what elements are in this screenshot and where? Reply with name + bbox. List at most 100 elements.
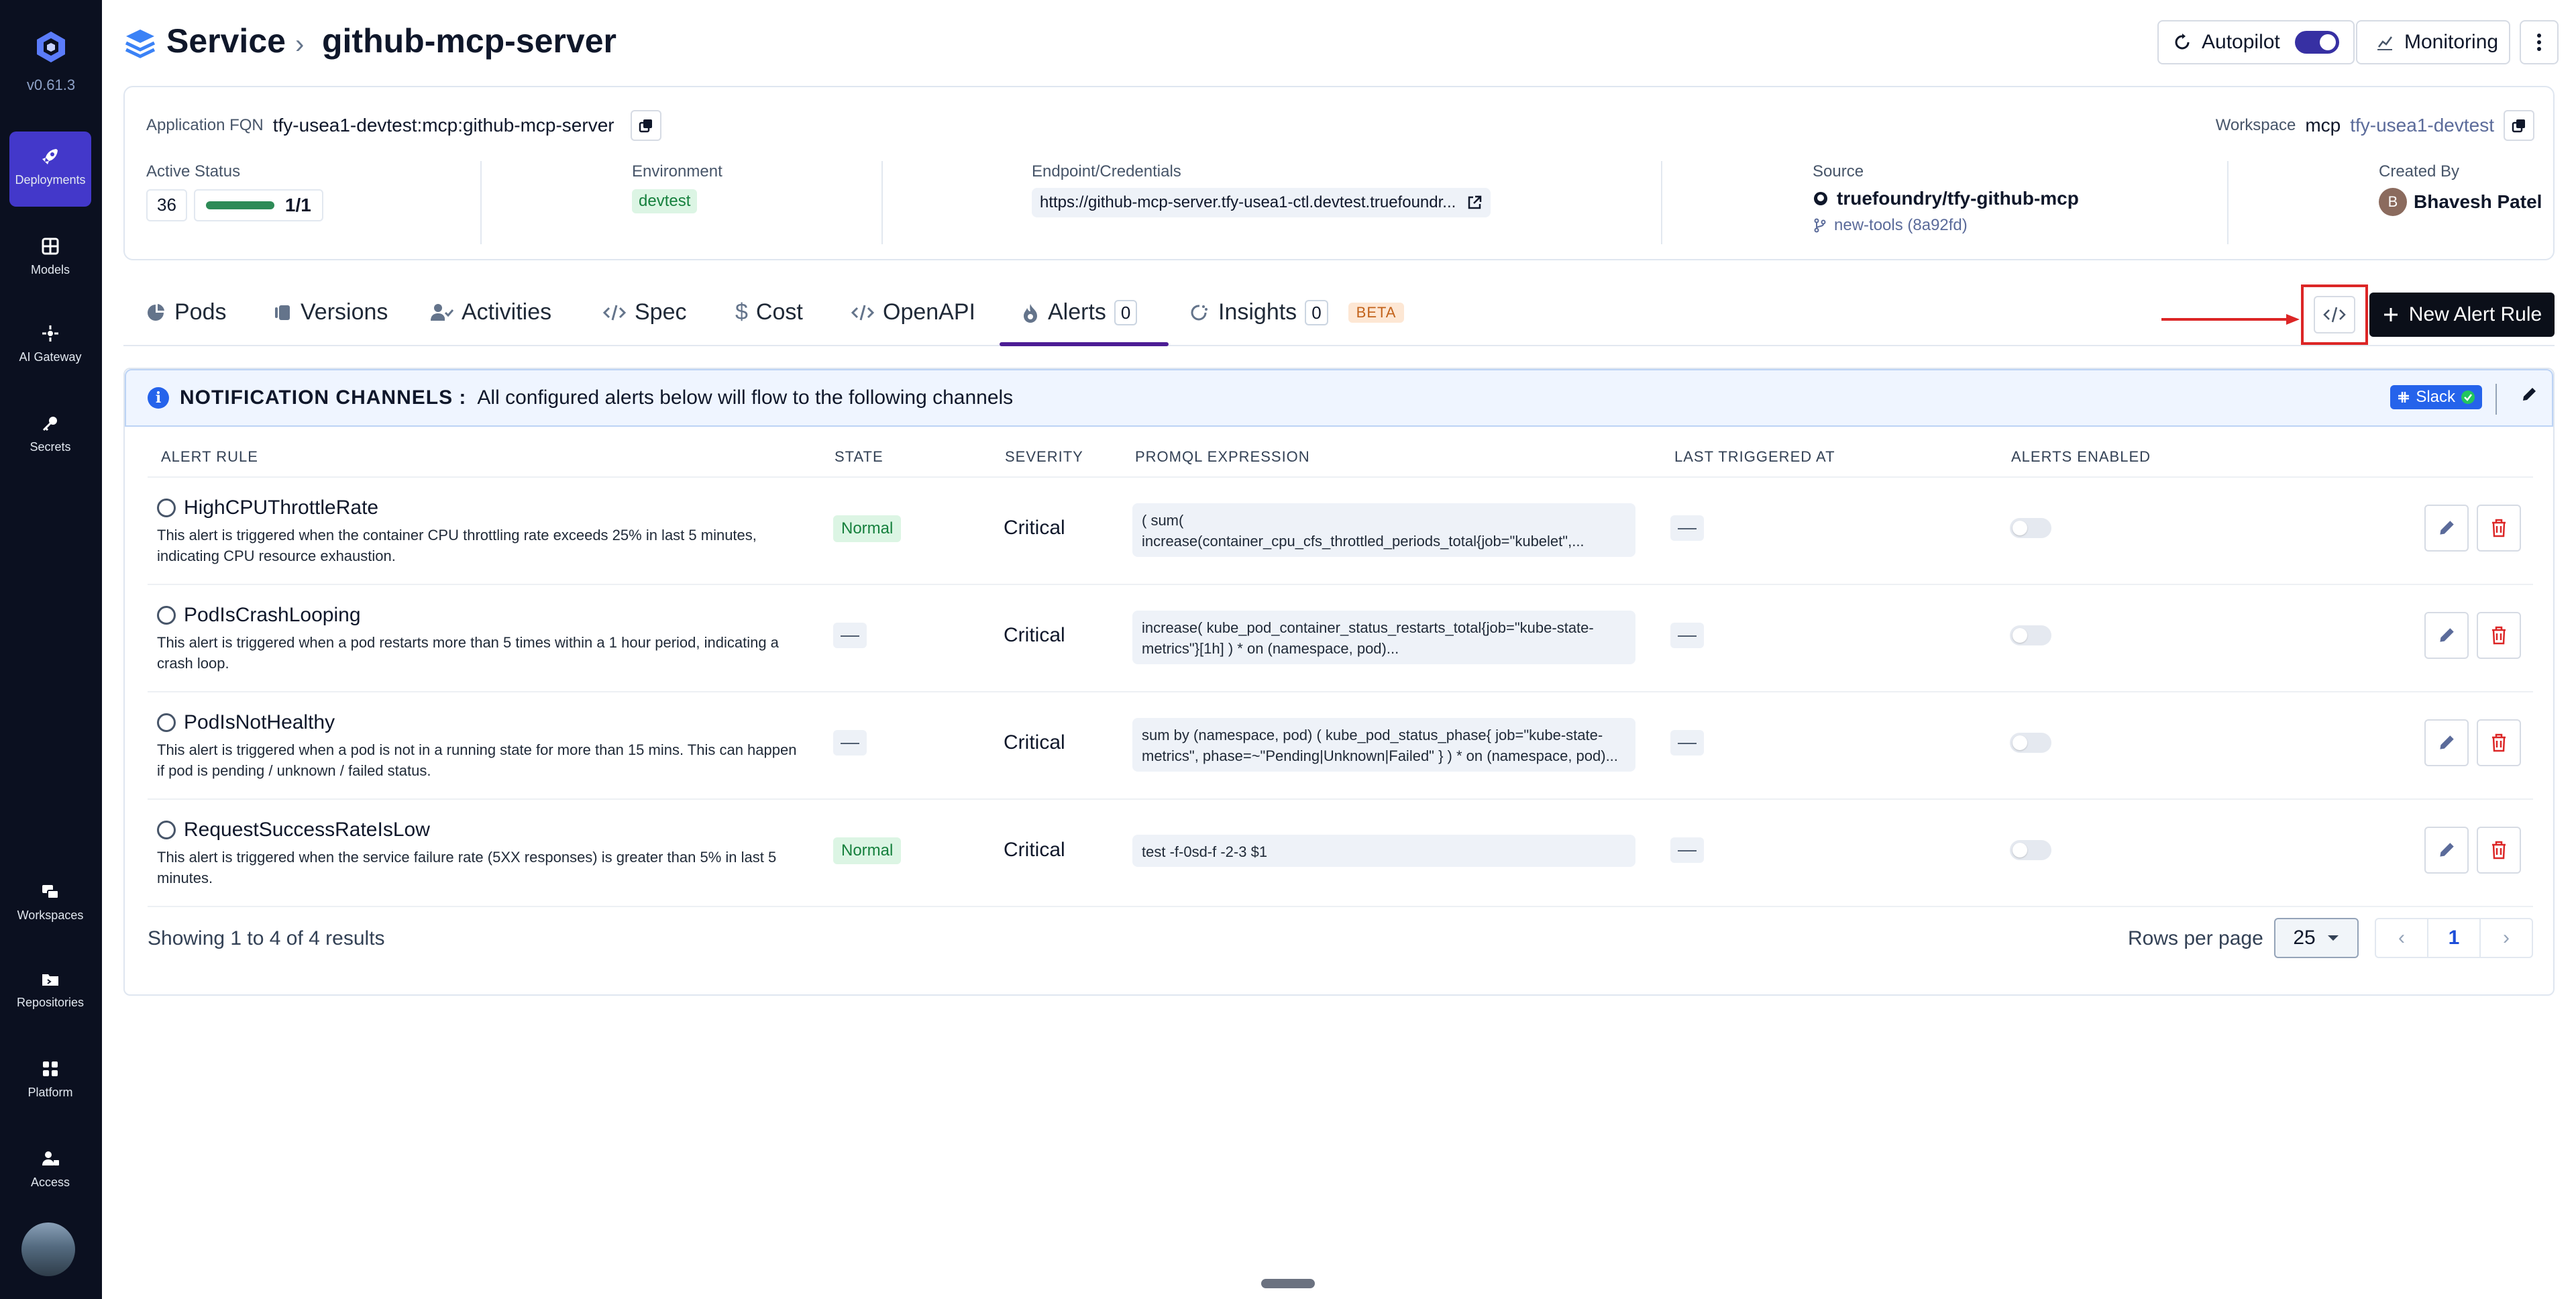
endpoint-label: Endpoint/Credentials bbox=[1032, 162, 1181, 180]
alerts-enabled-toggle[interactable] bbox=[2010, 518, 2051, 538]
alert-bulb-icon bbox=[157, 606, 176, 625]
workspace-cluster[interactable]: tfy-usea1-devtest bbox=[2350, 115, 2494, 136]
external-link-icon bbox=[1468, 195, 1482, 209]
tab-label: Pods bbox=[174, 299, 227, 325]
sidebar-item-ai-gateway[interactable]: AI Gateway bbox=[9, 309, 91, 384]
sidebar-item-label: Workspaces bbox=[17, 908, 84, 922]
alert-rule-name[interactable]: HighCPUThrottleRate bbox=[157, 497, 378, 519]
pie-icon bbox=[148, 303, 164, 321]
tab-openapi[interactable]: OpenAPI bbox=[851, 299, 975, 325]
tab-activities[interactable]: Activities bbox=[429, 299, 551, 325]
breadcrumb-service[interactable]: Service bbox=[166, 21, 286, 60]
slack-icon bbox=[2398, 392, 2410, 403]
monitoring-label: Monitoring bbox=[2404, 31, 2499, 53]
autopilot-toggle-button[interactable]: Autopilot bbox=[2157, 20, 2355, 64]
edit-alert-button[interactable] bbox=[2424, 505, 2469, 552]
more-options-button[interactable] bbox=[2520, 20, 2559, 64]
tab-cost[interactable]: $ Cost bbox=[735, 299, 803, 325]
results-summary: Showing 1 to 4 of 4 results bbox=[148, 927, 385, 949]
new-alert-rule-button[interactable]: New Alert Rule bbox=[2369, 293, 2555, 337]
active-status: 36 1/1 bbox=[146, 189, 323, 221]
endpoint-url: https://github-mcp-server.tfy-usea1-ctl.… bbox=[1040, 193, 1456, 211]
sidebar-item-secrets[interactable]: Secrets bbox=[9, 399, 91, 474]
prev-page-button[interactable]: ‹ bbox=[2376, 919, 2428, 957]
slack-channel-badge: Slack bbox=[2390, 385, 2482, 409]
source-branch[interactable]: new-tools (8a92fd) bbox=[1813, 216, 1968, 235]
user-avatar[interactable] bbox=[21, 1223, 75, 1276]
fqn-value: tfy-usea1-devtest:mcp:github-mcp-server bbox=[272, 115, 614, 136]
row-divider bbox=[148, 476, 2533, 478]
endpoint-link[interactable]: https://github-mcp-server.tfy-usea1-ctl.… bbox=[1032, 188, 1491, 217]
rows-per-page-select[interactable]: 25 bbox=[2274, 918, 2359, 958]
tab-label: Activities bbox=[462, 299, 552, 325]
row-divider bbox=[148, 584, 2533, 585]
alerts-enabled-toggle[interactable] bbox=[2010, 625, 2051, 645]
plus-icon bbox=[2383, 308, 2398, 321]
sidebar-item-platform[interactable]: Platform bbox=[9, 1044, 91, 1119]
service-layers-icon bbox=[123, 27, 157, 64]
promql-expression: ( sum( increase(container_cpu_cfs_thrott… bbox=[1132, 503, 1635, 557]
alerts-enabled-toggle[interactable] bbox=[2010, 840, 2051, 860]
alert-rule-title: RequestSuccessRateIsLow bbox=[184, 819, 430, 841]
sidebar-item-repositories[interactable]: Repositories bbox=[9, 954, 91, 1029]
column-header-alerts-enabled: ALERTS ENABLED bbox=[2011, 448, 2151, 465]
active-count: 36 bbox=[146, 189, 187, 221]
tab-pods[interactable]: Pods bbox=[145, 299, 227, 325]
sidebar-item-models[interactable]: Models bbox=[9, 221, 91, 297]
workspaces-icon bbox=[42, 885, 59, 899]
severity: Critical bbox=[1004, 517, 1065, 539]
alert-rule-description: This alert is triggered when a pod resta… bbox=[157, 634, 779, 672]
code-icon bbox=[851, 305, 875, 320]
edit-alert-button[interactable] bbox=[2424, 612, 2469, 659]
alert-rule-name[interactable]: RequestSuccessRateIsLow bbox=[157, 819, 430, 841]
next-page-button[interactable]: › bbox=[2481, 919, 2532, 957]
copy-workspace-button[interactable] bbox=[2504, 110, 2534, 141]
source-repo[interactable]: truefoundry/tfy-github-mcp bbox=[1813, 188, 2079, 209]
source-repo-name: truefoundry/tfy-github-mcp bbox=[1837, 188, 2079, 209]
trash-icon bbox=[2492, 626, 2506, 645]
column-header-alert-rule: ALERT RULE bbox=[161, 448, 258, 465]
sidebar-item-deployments[interactable]: Deployments bbox=[9, 132, 91, 207]
beta-badge: BETA bbox=[1348, 302, 1405, 323]
edit-alert-button[interactable] bbox=[2424, 827, 2469, 874]
sidebar-item-workspaces[interactable]: Workspaces bbox=[9, 867, 91, 942]
tab-alerts[interactable]: Alerts 0 bbox=[1021, 299, 1138, 325]
trash-icon bbox=[2492, 733, 2506, 752]
row-divider bbox=[148, 906, 2533, 907]
delete-alert-button[interactable] bbox=[2477, 719, 2521, 766]
autopilot-switch[interactable] bbox=[2294, 31, 2339, 54]
sidebar-item-label: Secrets bbox=[30, 440, 71, 454]
delete-alert-button[interactable] bbox=[2477, 612, 2521, 659]
autopilot-label: Autopilot bbox=[2202, 31, 2280, 53]
tab-label: Cost bbox=[755, 299, 803, 325]
apps-icon bbox=[43, 1061, 58, 1076]
edit-alert-button[interactable] bbox=[2424, 719, 2469, 766]
row-divider bbox=[148, 798, 2533, 800]
active-status-label: Active Status bbox=[146, 162, 241, 180]
rows-per-page-label: Rows per page bbox=[2128, 927, 2263, 949]
divider bbox=[1661, 161, 1662, 244]
tab-spec[interactable]: Spec bbox=[602, 299, 687, 325]
breadcrumb-separator: › bbox=[295, 30, 305, 59]
last-triggered: — bbox=[1670, 515, 1704, 541]
tab-versions[interactable]: Versions bbox=[271, 299, 388, 325]
alert-rule-name[interactable]: PodIsCrashLooping bbox=[157, 604, 361, 627]
refresh-icon bbox=[2175, 34, 2190, 50]
scroll-handle[interactable] bbox=[1261, 1279, 1315, 1288]
copy-fqn-button[interactable] bbox=[630, 110, 661, 141]
view-code-button[interactable] bbox=[2301, 284, 2368, 345]
page-button-current[interactable]: 1 bbox=[2428, 919, 2481, 957]
github-icon bbox=[1814, 192, 1827, 205]
edit-channels-button[interactable] bbox=[2520, 385, 2538, 409]
tab-insights[interactable]: Insights 0 BETA bbox=[1189, 299, 1405, 325]
monitoring-button[interactable]: Monitoring bbox=[2356, 20, 2510, 64]
alert-rule-name[interactable]: PodIsNotHealthy bbox=[157, 711, 335, 734]
sidebar-item-access[interactable]: Access bbox=[9, 1134, 91, 1209]
key-icon bbox=[42, 417, 57, 431]
app-logo-icon[interactable] bbox=[34, 30, 68, 64]
delete-alert-button[interactable] bbox=[2477, 827, 2521, 874]
divider bbox=[2227, 161, 2229, 244]
alerts-enabled-toggle[interactable] bbox=[2010, 733, 2051, 753]
creator-name: Bhavesh Patel bbox=[2414, 191, 2542, 212]
delete-alert-button[interactable] bbox=[2477, 505, 2521, 552]
